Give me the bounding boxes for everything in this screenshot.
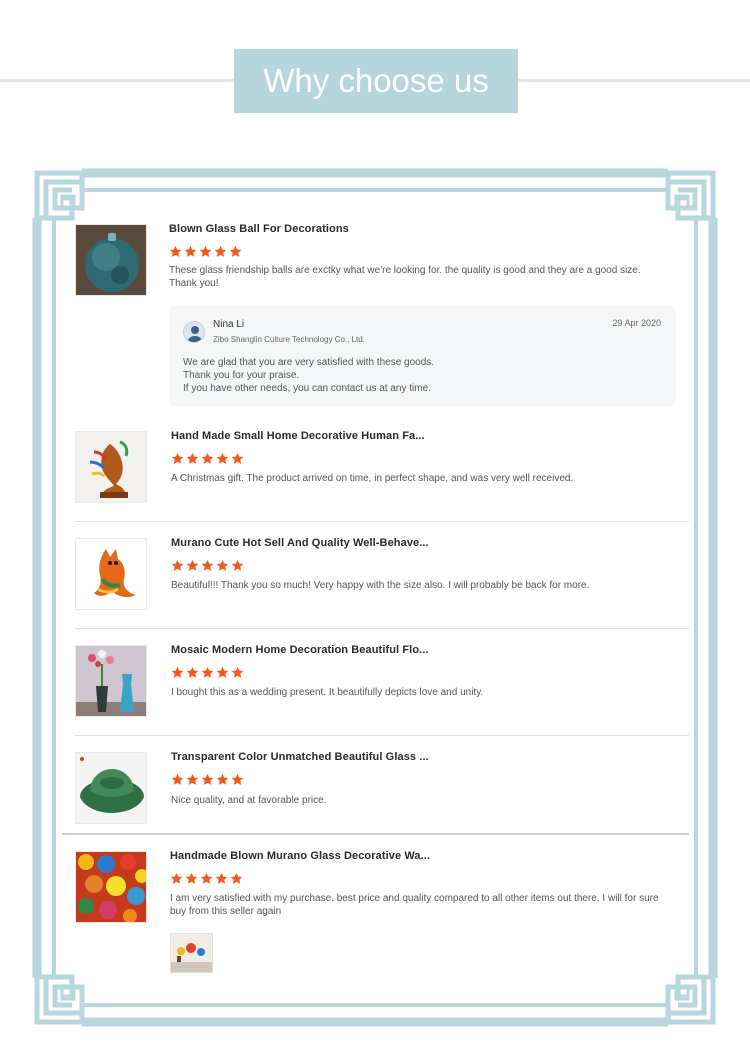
product-name[interactable]: Mosaic Modern Home Decoration Beautiful … [171,644,429,656]
star-icon [229,245,242,257]
divider [75,735,689,736]
star-rating [171,559,244,573]
star-icon [201,666,214,678]
avatar [183,321,205,343]
star-icon [200,872,213,884]
star-icon [215,872,228,884]
star-icon [230,872,243,884]
reply-company: Zibo Shanglin Culture Technology Co., Lt… [213,335,365,344]
reply-line: We are glad that you are very satisfied … [183,357,435,368]
star-icon [216,773,229,785]
product-name[interactable]: Murano Cute Hot Sell And Quality Well-Be… [171,537,429,549]
product-name[interactable]: Handmade Blown Murano Glass Decorative W… [170,850,430,862]
product-name[interactable]: Hand Made Small Home Decorative Human Fa… [171,430,425,442]
star-icon [231,559,244,571]
star-icon [169,245,182,257]
title-rule-right [518,79,750,82]
reply-message: We are glad that you are very satisfied … [183,356,434,395]
glass-cat-figurine-image[interactable] [75,538,147,610]
product-name[interactable]: Transparent Color Unmatched Beautiful Gl… [171,751,429,763]
star-rating [171,773,244,787]
star-icon [201,773,214,785]
star-icon [186,666,199,678]
star-icon [171,452,184,464]
star-rating [171,666,244,680]
reply-line: If you have other needs, you can contact… [183,383,431,394]
green-glass-bowl-image[interactable] [75,752,147,824]
star-rating [171,452,244,466]
star-icon [171,559,184,571]
section-title: Why choose us [234,49,518,113]
star-icon [185,872,198,884]
reply-line: Thank you for your praise. [183,370,300,381]
reply-author: Nina Li [213,319,245,330]
star-icon [231,666,244,678]
review-text: These glass friendship balls are exctky … [169,265,641,289]
star-icon [201,559,214,571]
star-icon [214,245,227,257]
star-icon [186,452,199,464]
review-photo[interactable] [170,933,213,973]
review-text: A Christmas gift. The product arrived on… [171,473,574,484]
star-icon [186,773,199,785]
review-text: I bought this as a wedding present. It b… [171,687,484,698]
star-icon [216,666,229,678]
star-icon [170,872,183,884]
product-name[interactable]: Blown Glass Ball For Decorations [169,223,349,235]
divider [75,521,689,522]
star-icon [199,245,212,257]
star-rating [169,245,242,259]
reply-date: 29 Apr 2020 [612,318,661,328]
star-icon [231,452,244,464]
seller-reply: Nina Li Zibo Shanglin Culture Technology… [169,306,676,406]
divider [62,833,689,835]
review-text: I am very satisfied with my purchase. be… [170,893,659,917]
star-icon [186,559,199,571]
star-rating [170,872,243,886]
glass-ball-image[interactable] [75,224,147,296]
star-icon [231,773,244,785]
flower-vases-image[interactable] [75,645,147,717]
human-face-sculpture-image[interactable] [75,431,147,503]
glass-wall-art-image[interactable] [75,851,147,923]
star-icon [216,559,229,571]
divider [75,628,689,629]
star-icon [216,452,229,464]
star-icon [201,452,214,464]
star-icon [184,245,197,257]
review-text: Nice quality, and at favorable price. [171,795,327,806]
star-icon [171,773,184,785]
title-rule-left [0,79,234,82]
star-icon [171,666,184,678]
review-text: Beautiful!!! Thank you so much! Very hap… [171,580,590,591]
